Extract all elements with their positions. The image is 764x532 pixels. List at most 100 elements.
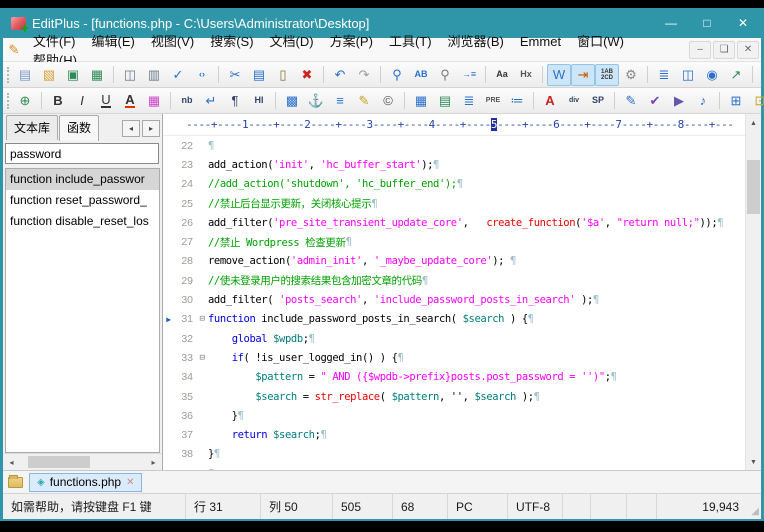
form-button[interactable]: ⊞ bbox=[724, 90, 748, 112]
function-search-input[interactable] bbox=[5, 143, 159, 164]
word-wrap-button[interactable]: W bbox=[547, 64, 571, 86]
italic-button[interactable]: I bbox=[70, 90, 94, 112]
font-color-button[interactable]: A bbox=[118, 90, 142, 112]
redo-button[interactable]: ↷ bbox=[352, 64, 376, 86]
function-list[interactable]: function include_passworfunction reset_p… bbox=[5, 168, 160, 453]
menu-search[interactable]: 搜索(S) bbox=[202, 32, 261, 51]
find-button[interactable]: ⚲ bbox=[385, 64, 409, 86]
form-controls-button[interactable]: ⊡ bbox=[748, 90, 764, 112]
scroll-up-icon[interactable]: ▲ bbox=[746, 115, 761, 131]
go-to-line-button[interactable]: →≡ bbox=[457, 64, 481, 86]
edit-script-button[interactable]: ✎ bbox=[619, 90, 643, 112]
bullet-list-button[interactable]: ≔ bbox=[505, 90, 529, 112]
cut-button[interactable]: ✂ bbox=[223, 64, 247, 86]
special-character-button[interactable]: © bbox=[376, 90, 400, 112]
menu-file[interactable]: 文件(F) bbox=[25, 32, 84, 51]
font-tag-button[interactable]: A bbox=[538, 90, 562, 112]
mdi-restore-button[interactable]: ❏ bbox=[713, 41, 735, 59]
document-list-icon: ≣ bbox=[659, 68, 670, 81]
scrollbar-thumb[interactable] bbox=[28, 456, 90, 468]
tab-close-icon[interactable]: ✕ bbox=[126, 477, 134, 488]
tab-scroll-right-icon[interactable]: ▸ bbox=[142, 120, 160, 137]
mdi-minimize-button[interactable]: ‒ bbox=[689, 41, 711, 59]
paste-button[interactable]: ▯ bbox=[271, 64, 295, 86]
vertical-scrollbar[interactable]: ▲ ▼ bbox=[745, 114, 761, 470]
code-view[interactable]: 22¶23add_action('init', 'hc_buffer_start… bbox=[163, 136, 761, 470]
menu-view[interactable]: 视图(V) bbox=[143, 32, 202, 51]
function-list-item[interactable]: function include_passwor bbox=[6, 169, 159, 190]
toggle-case-button[interactable]: Aa bbox=[490, 64, 514, 86]
spell-check-button[interactable]: ✓ bbox=[166, 64, 190, 86]
new-file-button[interactable]: ▤ bbox=[13, 64, 37, 86]
function-list-item[interactable]: function reset_password_ bbox=[6, 190, 159, 211]
sidebar-tab-functions[interactable]: 函数 bbox=[59, 115, 99, 141]
context-help-button[interactable]: ? bbox=[757, 64, 764, 86]
insert-audio-button[interactable]: ♪ bbox=[691, 90, 715, 112]
span-tag-button[interactable]: SP bbox=[586, 90, 610, 112]
replace-button[interactable]: AB bbox=[409, 64, 433, 86]
browser-button[interactable]: ⊕ bbox=[13, 90, 37, 112]
save-all-button[interactable]: ▦ bbox=[85, 64, 109, 86]
tag-select-button[interactable]: ‹› bbox=[190, 64, 214, 86]
center-text-button[interactable]: ≣ bbox=[457, 90, 481, 112]
comment-note-button[interactable]: ✎ bbox=[352, 90, 376, 112]
print-button[interactable]: ▥ bbox=[142, 64, 166, 86]
hex-viewer-button[interactable]: Hx bbox=[514, 64, 538, 86]
undo-button[interactable]: ↶ bbox=[328, 64, 352, 86]
scroll-left-icon[interactable]: ◂ bbox=[3, 454, 20, 470]
find-in-files-button[interactable]: ⚲ bbox=[433, 64, 457, 86]
browser-window-button[interactable]: ◉ bbox=[700, 64, 724, 86]
close-button[interactable]: ✕ bbox=[725, 8, 761, 38]
line-numbers-button[interactable]: 1AB 2CD bbox=[595, 64, 619, 86]
sidebar-horizontal-scrollbar[interactable]: ◂ ▸ bbox=[3, 453, 162, 470]
function-list-item[interactable]: function disable_reset_los bbox=[6, 211, 159, 232]
scrollbar-thumb[interactable] bbox=[747, 160, 760, 214]
tab-scroll-left-icon[interactable]: ◂ bbox=[122, 120, 140, 137]
table-cell-button[interactable]: ▤ bbox=[433, 90, 457, 112]
document-tab-functions-php[interactable]: ◈ functions.php ✕ bbox=[29, 473, 142, 492]
mdi-close-button[interactable]: ✕ bbox=[737, 41, 759, 59]
scroll-right-icon[interactable]: ▸ bbox=[145, 454, 162, 470]
heading-button[interactable]: HI bbox=[247, 90, 271, 112]
fold-marker-icon[interactable]: ⊟ bbox=[196, 353, 208, 363]
resize-grip-icon[interactable]: ◢ bbox=[747, 494, 761, 519]
anchor-button[interactable]: ⚓ bbox=[304, 90, 328, 112]
split-window-button[interactable]: ◫ bbox=[676, 64, 700, 86]
menu-browser[interactable]: 浏览器(B) bbox=[440, 32, 512, 51]
line-break-button[interactable]: ↵ bbox=[199, 90, 223, 112]
view-in-browser-button[interactable]: ↗ bbox=[724, 64, 748, 86]
menu-project[interactable]: 方案(P) bbox=[322, 32, 381, 51]
syntax-check-button[interactable]: ✔ bbox=[643, 90, 667, 112]
paragraph-button[interactable]: ¶ bbox=[223, 90, 247, 112]
menu-emmet[interactable]: Emmet bbox=[512, 32, 569, 51]
document-list-button[interactable]: ≣ bbox=[652, 64, 676, 86]
menu-tools[interactable]: 工具(T) bbox=[381, 32, 440, 51]
save-button[interactable]: ▣ bbox=[61, 64, 85, 86]
insert-image-button[interactable]: ▩ bbox=[280, 90, 304, 112]
delete-button[interactable]: ✖ bbox=[295, 64, 319, 86]
div-tag-button[interactable]: div bbox=[562, 90, 586, 112]
folder-icon[interactable] bbox=[8, 477, 23, 488]
fold-marker-icon[interactable]: ⊟ bbox=[196, 314, 208, 324]
copy-button[interactable]: ▤ bbox=[247, 64, 271, 86]
menu-edit[interactable]: 编辑(E) bbox=[84, 32, 143, 51]
bold-button[interactable]: B bbox=[46, 90, 70, 112]
scroll-down-icon[interactable]: ▼ bbox=[746, 454, 761, 470]
underline-button[interactable]: U bbox=[94, 90, 118, 112]
table-button[interactable]: ▦ bbox=[409, 90, 433, 112]
editor-area[interactable]: ----+----1----+----2----+----3----+----4… bbox=[163, 114, 761, 470]
scrollbar-track[interactable] bbox=[20, 454, 145, 470]
preformatted-button[interactable]: PRE bbox=[481, 90, 505, 112]
print-preview-button[interactable]: ◫ bbox=[118, 64, 142, 86]
non-breaking-space-button[interactable]: nb bbox=[175, 90, 199, 112]
horizontal-rule-button[interactable]: ≡ bbox=[328, 90, 352, 112]
sidebar-tab-cliptext[interactable]: 文本库 bbox=[6, 115, 58, 140]
insert-video-button[interactable]: ▶ bbox=[667, 90, 691, 112]
maximize-button[interactable]: □ bbox=[689, 8, 725, 38]
menu-document[interactable]: 文档(D) bbox=[262, 32, 322, 51]
open-file-button[interactable]: ▧ bbox=[37, 64, 61, 86]
menu-window[interactable]: 窗口(W) bbox=[569, 32, 632, 51]
auto-indent-button[interactable]: ⇥ bbox=[571, 64, 595, 86]
color-picker-button[interactable]: ▦ bbox=[142, 90, 166, 112]
preferences-button[interactable]: ⚙ bbox=[619, 64, 643, 86]
